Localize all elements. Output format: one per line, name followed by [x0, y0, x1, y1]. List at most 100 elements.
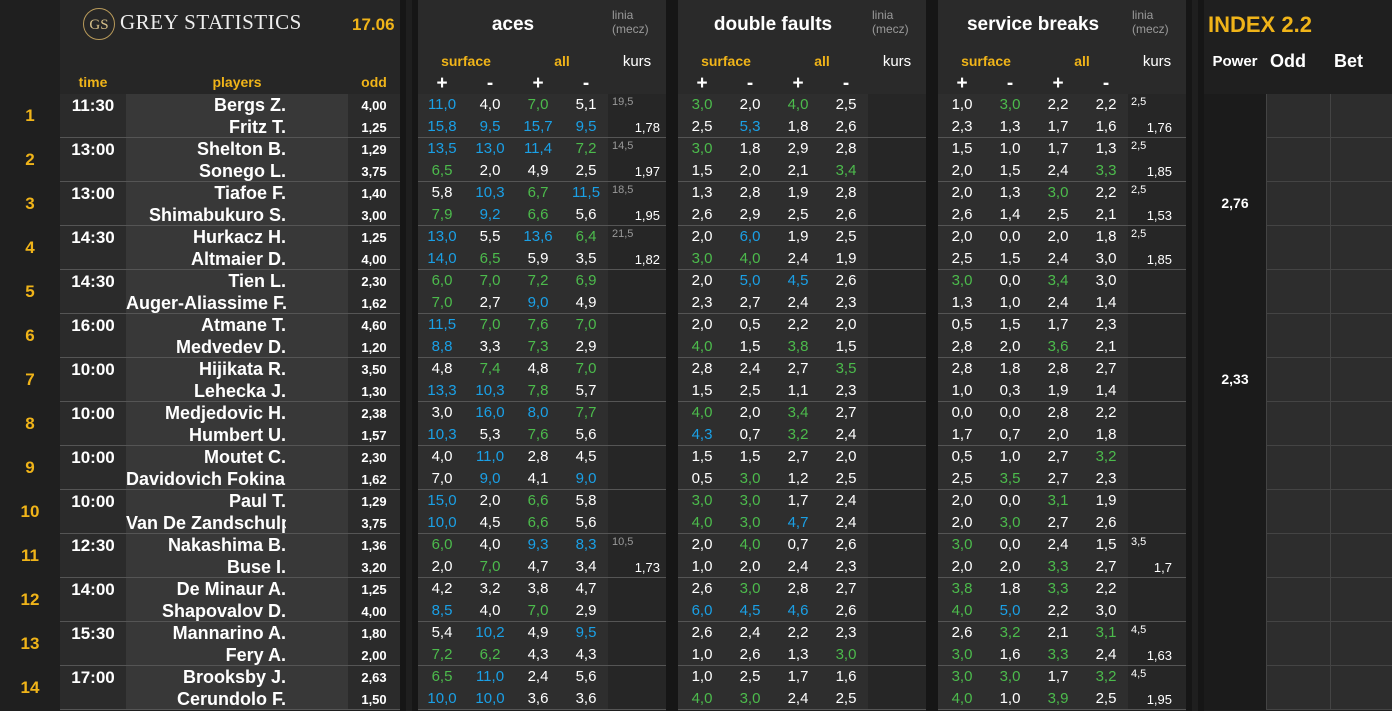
bet-input-cell[interactable]	[1330, 358, 1392, 402]
odd-input-cell[interactable]	[1266, 446, 1330, 490]
sb-value: 4,0	[951, 602, 973, 619]
kurs-cell-bg	[1128, 446, 1186, 490]
power-cell-bg	[1204, 270, 1266, 314]
sb-value: 3,2	[1095, 448, 1117, 465]
match-time: 13:00	[71, 184, 115, 203]
odd-input-cell[interactable]	[1266, 94, 1330, 138]
aces-value: 7,2	[431, 646, 453, 663]
bet-input-cell[interactable]	[1330, 270, 1392, 314]
df-value: 4,0	[691, 338, 713, 355]
odd-input-cell[interactable]	[1266, 490, 1330, 534]
aces-value: 10,3	[427, 426, 457, 443]
aces-value: 9,0	[479, 470, 501, 487]
bet-input-cell[interactable]	[1330, 446, 1392, 490]
bet-input-cell[interactable]	[1330, 182, 1392, 226]
df-value: 2,8	[739, 184, 761, 201]
sb-minus-header: -	[1102, 73, 1110, 94]
aces-value: 7,9	[431, 206, 453, 223]
kurs-cell-bg	[868, 534, 926, 578]
player-name: Shapovalov D.	[161, 601, 286, 621]
odd-input-cell[interactable]	[1266, 182, 1330, 226]
bet-input-cell[interactable]	[1330, 138, 1392, 182]
aces-value: 4,9	[527, 624, 549, 641]
bet-input-cell[interactable]	[1330, 666, 1392, 710]
odd-input-cell[interactable]	[1266, 138, 1330, 182]
aces-line: 21,5	[612, 228, 634, 240]
sb-value: 1,3	[999, 184, 1021, 201]
odd-input-cell[interactable]	[1266, 578, 1330, 622]
odd-input-cell[interactable]	[1266, 226, 1330, 270]
odd-input-cell[interactable]	[1266, 270, 1330, 314]
odd-input-cell[interactable]	[1266, 358, 1330, 402]
sb-value: 1,4	[1095, 382, 1117, 399]
column-separator	[932, 0, 938, 711]
bet-input-cell[interactable]	[1330, 402, 1392, 446]
kurs-cell-bg	[868, 622, 926, 666]
aces-value: 8,5	[431, 602, 453, 619]
power-cell-bg	[1204, 578, 1266, 622]
sb-value: 1,5	[1095, 536, 1117, 553]
aces-value: 9,5	[479, 118, 501, 135]
df-value: 2,7	[835, 580, 857, 597]
aces-value: 7,2	[575, 140, 597, 157]
power-cell-bg	[1204, 402, 1266, 446]
aces-value: 3,0	[431, 404, 453, 421]
bet-input-cell[interactable]	[1330, 94, 1392, 138]
sb-value: 1,3	[951, 294, 973, 311]
sb-kurs: 1,7	[1153, 560, 1172, 575]
row-number: 14	[20, 678, 40, 697]
aces-kurs: 1,97	[634, 164, 660, 179]
sb-line: 3,5	[1131, 536, 1147, 548]
aces-kurs-header: kurs	[622, 53, 652, 70]
aces-value: 7,8	[527, 382, 549, 399]
aces-value: 13,0	[427, 228, 457, 245]
bet-input-cell[interactable]	[1330, 490, 1392, 534]
odd-input-cell[interactable]	[1266, 666, 1330, 710]
sb-value: 1,0	[999, 448, 1021, 465]
bet-input-cell[interactable]	[1330, 534, 1392, 578]
df-value: 2,6	[835, 206, 857, 223]
odd-input-cell[interactable]	[1266, 402, 1330, 446]
bet-input-cell[interactable]	[1330, 578, 1392, 622]
df-value: 6,0	[739, 228, 761, 245]
df-value: 2,0	[739, 162, 761, 179]
aces-group-header: aces	[418, 0, 608, 50]
sb-value: 3,0	[999, 96, 1021, 113]
player-odd: 4,00	[361, 252, 387, 267]
row-number: 9	[25, 458, 35, 477]
power-cell-bg	[1204, 666, 1266, 710]
kurs-cell-bg	[1128, 402, 1186, 446]
bet-input-cell[interactable]	[1330, 314, 1392, 358]
kurs-cell-bg	[868, 314, 926, 358]
aces-value: 4,0	[431, 448, 453, 465]
date-label: 17.06	[352, 15, 395, 34]
corner-blank	[0, 0, 60, 94]
df-value: 3,0	[739, 514, 761, 531]
sb-value: 3,0	[1047, 184, 1069, 201]
odd-input-cell[interactable]	[1266, 534, 1330, 578]
kurs-cell-bg	[868, 666, 926, 710]
sb-value: 2,4	[1047, 294, 1069, 311]
df-plus-header: +	[696, 73, 708, 94]
sb-value: 2,5	[951, 470, 973, 487]
player-odd: 1,20	[361, 340, 387, 355]
df-value: 1,8	[787, 118, 809, 135]
odd-input-cell[interactable]	[1266, 622, 1330, 666]
sb-value: 0,0	[999, 228, 1021, 245]
bet-input-cell[interactable]	[1330, 226, 1392, 270]
row-number: 7	[25, 370, 35, 389]
aces-value: 9,0	[575, 470, 597, 487]
line-note-aces: linia (mecz)	[608, 0, 666, 50]
sb-value: 1,0	[999, 140, 1021, 157]
sb-value: 3,0	[951, 272, 973, 289]
bet-input-cell[interactable]	[1330, 622, 1392, 666]
aces-value: 5,7	[575, 382, 597, 399]
aces-value: 2,0	[479, 492, 501, 509]
sb-value: 2,4	[1047, 162, 1069, 179]
odd-input-cell[interactable]	[1266, 314, 1330, 358]
df-value: 4,0	[739, 536, 761, 553]
df-value: 4,5	[739, 602, 761, 619]
aces-value: 7,0	[575, 316, 597, 333]
player-name: Buse I.	[226, 557, 286, 577]
df-value: 2,4	[835, 492, 857, 509]
